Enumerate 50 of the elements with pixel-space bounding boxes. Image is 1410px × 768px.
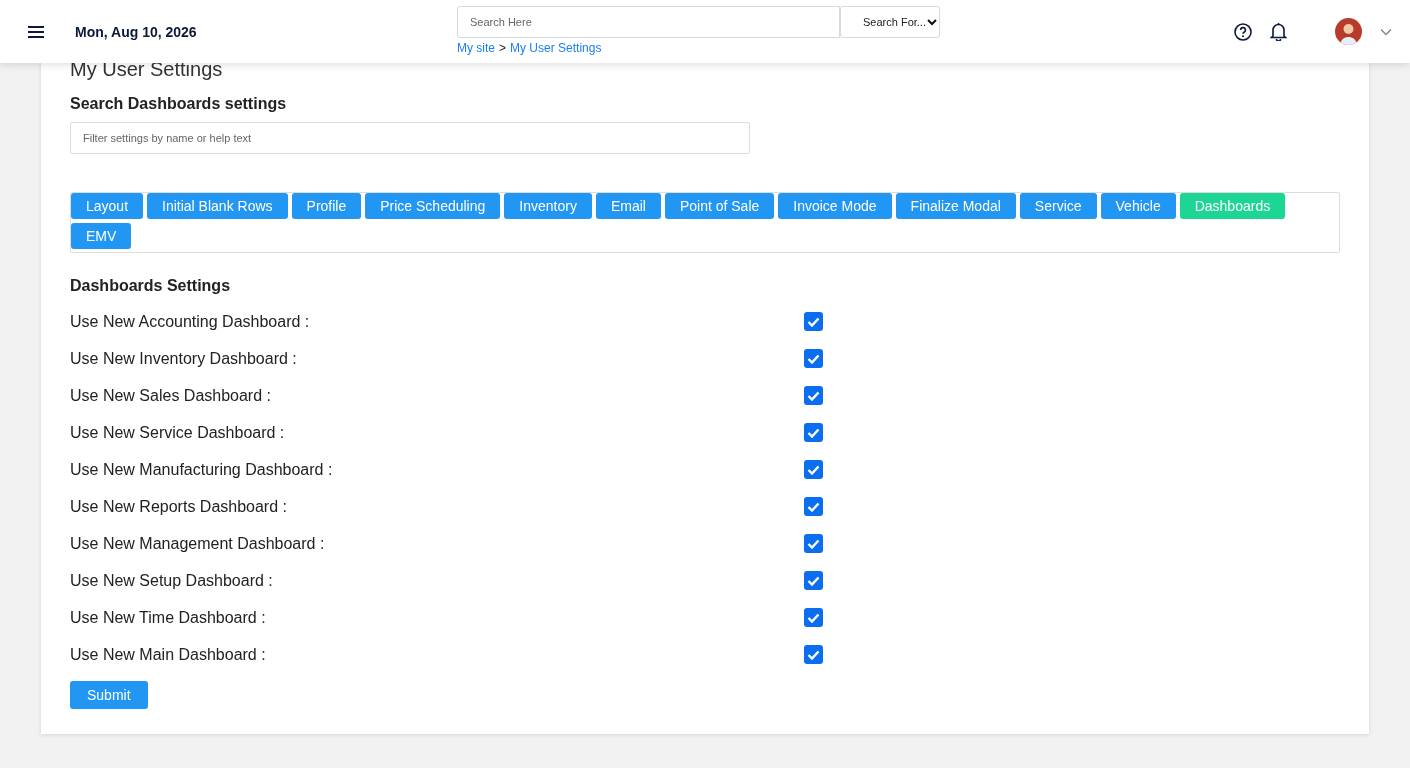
chevron-down-icon[interactable]	[1380, 27, 1392, 36]
bell-icon[interactable]	[1270, 22, 1287, 41]
setting-label: Use New Time Dashboard :	[70, 608, 267, 627]
setting-checkbox[interactable]	[804, 571, 823, 590]
setting-checkbox[interactable]	[804, 608, 823, 627]
submit-button[interactable]: Submit	[70, 681, 148, 709]
setting-checkbox[interactable]	[804, 497, 823, 516]
settings-tab[interactable]: Finalize Modal	[895, 193, 1016, 219]
setting-checkbox[interactable]	[804, 534, 823, 553]
breadcrumb-link[interactable]: My User Settings	[510, 41, 602, 55]
menu-icon[interactable]	[27, 24, 45, 39]
settings-tab[interactable]: Service	[1019, 193, 1097, 219]
breadcrumb-link[interactable]: My site	[457, 41, 495, 55]
setting-label: Use New Main Dashboard :	[70, 645, 267, 664]
filter-field[interactable]: Filter settings by name or help text	[70, 122, 750, 154]
settings-tab[interactable]: Layout	[71, 193, 144, 219]
settings-tab[interactable]: EMV	[71, 223, 132, 249]
setting-checkbox[interactable]	[804, 312, 823, 331]
setting-label: Use New Reports Dashboard :	[70, 497, 288, 516]
breadcrumb-separator: >	[499, 41, 507, 55]
page-title: My User Settings	[70, 57, 224, 81]
settings-tab[interactable]: Price Scheduling	[365, 193, 501, 219]
setting-checkbox[interactable]	[804, 349, 823, 368]
settings-tab[interactable]: Initial Blank Rows	[147, 193, 288, 219]
filter-heading: Search Dashboards settings	[70, 95, 288, 113]
settings-tab[interactable]: Profile	[291, 193, 362, 219]
avatar-icon[interactable]	[1335, 18, 1362, 45]
setting-label: Use New Manufacturing Dashboard :	[70, 460, 334, 479]
settings-tab[interactable]: Invoice Mode	[778, 193, 892, 219]
settings-tab[interactable]: Email	[595, 193, 661, 219]
search-select[interactable]: Search For...	[840, 6, 940, 38]
setting-label: Use New Sales Dashboard :	[70, 386, 272, 405]
settings-tab[interactable]: Dashboards	[1179, 193, 1286, 219]
search-field[interactable]: Search Here	[457, 6, 840, 38]
settings-tab[interactable]: Vehicle	[1100, 193, 1176, 219]
settings-tab[interactable]: Point of Sale	[664, 193, 775, 219]
setting-label: Use New Service Dashboard :	[70, 423, 286, 442]
setting-label: Use New Inventory Dashboard :	[70, 349, 298, 368]
section-title: Dashboards Settings	[70, 277, 232, 295]
setting-checkbox[interactable]	[804, 386, 823, 405]
help-icon[interactable]	[1234, 22, 1252, 41]
setting-label: Use New Setup Dashboard :	[70, 571, 274, 590]
setting-checkbox[interactable]	[804, 423, 823, 442]
settings-tab[interactable]: Inventory	[504, 193, 592, 219]
setting-label: Use New Accounting Dashboard :	[70, 312, 311, 331]
caret-icon	[927, 18, 937, 26]
setting-checkbox[interactable]	[804, 645, 823, 664]
setting-checkbox[interactable]	[804, 460, 823, 479]
setting-label: Use New Management Dashboard :	[70, 534, 326, 553]
current-date: Mon, Aug 10, 2026	[75, 23, 197, 40]
